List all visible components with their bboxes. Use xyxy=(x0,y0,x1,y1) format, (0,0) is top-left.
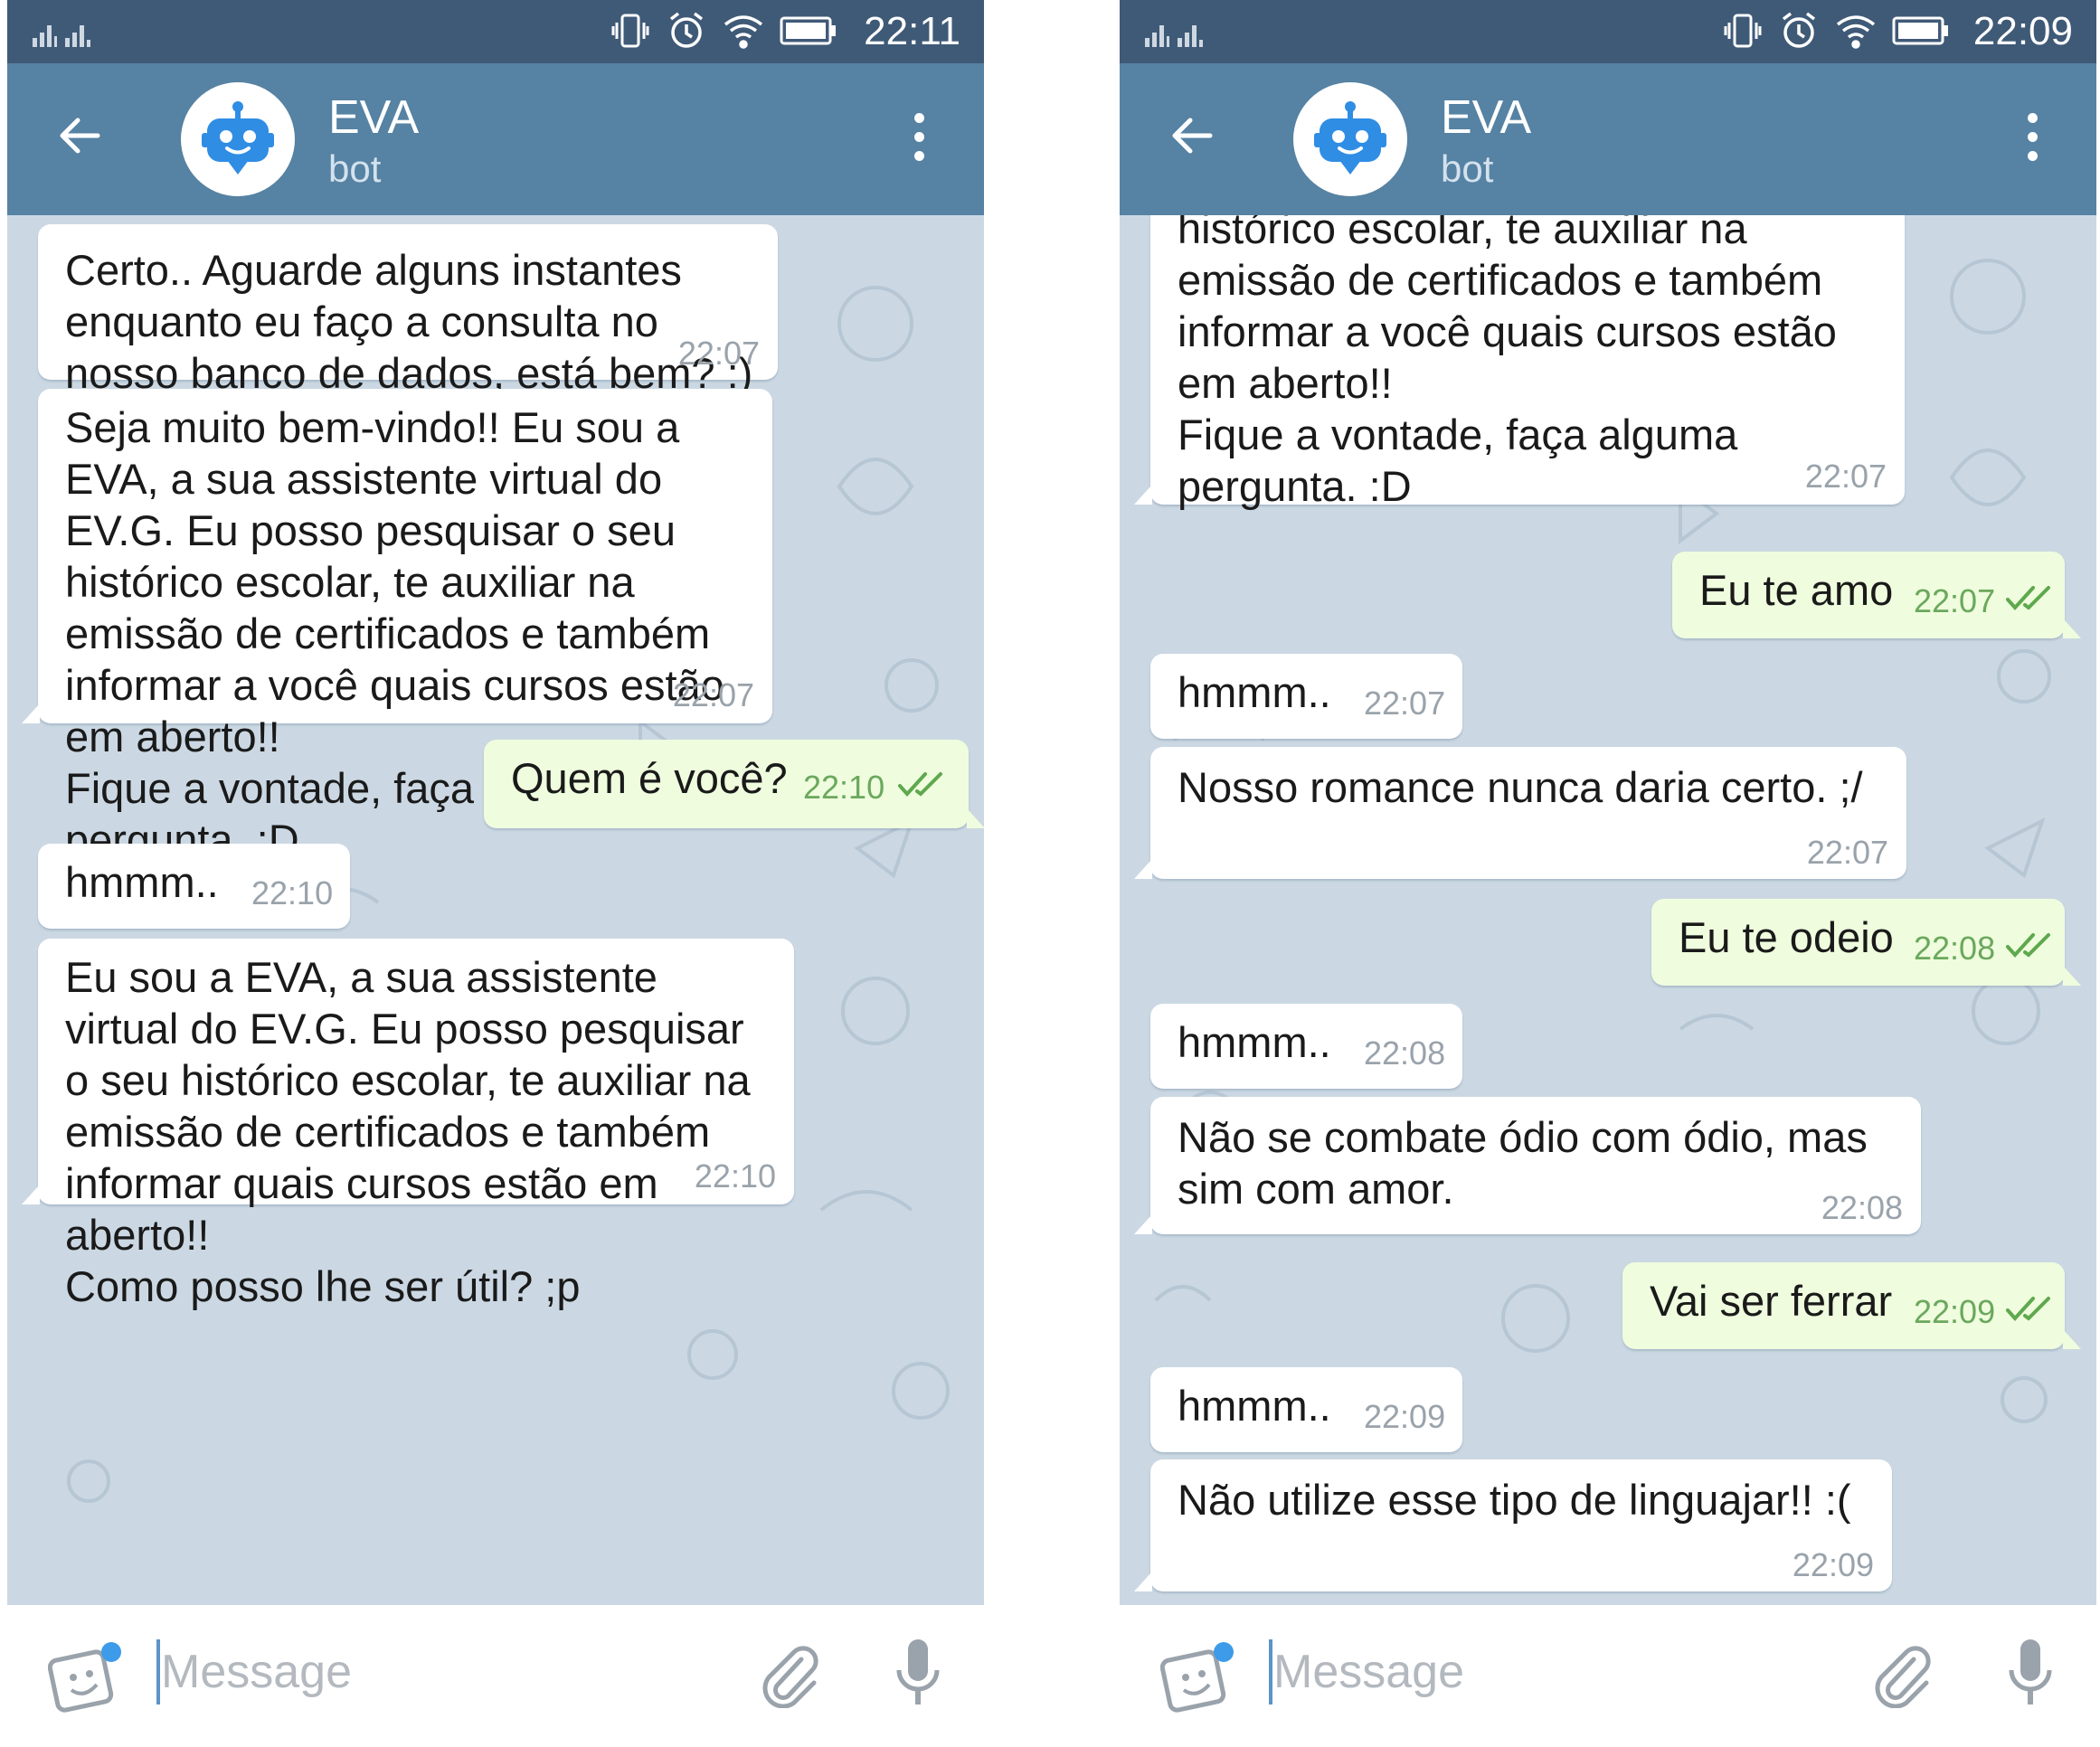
phone-screen-left: 22:11 EVA bot Certo.. Aguarde alguns ins… xyxy=(7,0,984,1747)
battery-icon xyxy=(780,15,837,51)
wifi-icon xyxy=(1834,12,1878,54)
message-bubble-outgoing[interactable]: Vai ser ferrar 22:09 xyxy=(1622,1262,2081,1349)
attach-icon[interactable] xyxy=(758,1641,821,1708)
wifi-icon xyxy=(722,12,765,54)
message-time: 22:07 xyxy=(672,676,754,713)
message-time: 22:08 xyxy=(1364,1034,1446,1072)
message-composer: Message xyxy=(7,1605,984,1747)
robot-icon xyxy=(1314,101,1386,175)
message-text: Nosso romance nunca daria certo. ;/ xyxy=(1178,763,1863,811)
message-text: Vai ser ferrar xyxy=(1650,1277,1893,1325)
chat-subtitle: bot xyxy=(328,147,382,190)
back-arrow-icon[interactable] xyxy=(1165,109,1219,167)
message-time: 22:07 xyxy=(1914,582,1996,619)
message-text: hmmm.. xyxy=(1178,1382,1331,1430)
chat-title: EVA xyxy=(1441,91,1532,144)
message-bubble-incoming[interactable]: Eu sou a EVA, a sua assistente virtual d… xyxy=(22,939,794,1310)
message-bubble-outgoing[interactable]: Eu te amo 22:07 xyxy=(1672,552,2081,638)
dual-signal-icon xyxy=(33,18,96,55)
clock: 22:11 xyxy=(864,9,960,53)
message-bubble-incoming[interactable]: hmmm.. 22:07 xyxy=(1150,654,1462,739)
chat-subtitle: bot xyxy=(1441,147,1494,190)
message-text: Certo.. Aguarde alguns instantes enquant… xyxy=(65,246,753,397)
message-time: 22:09 xyxy=(1364,1398,1446,1435)
vibrate-icon xyxy=(610,10,651,56)
message-text: hmmm.. xyxy=(1178,668,1331,716)
double-check-icon xyxy=(898,772,942,797)
message-time: 22:07 xyxy=(1804,458,1887,495)
bot-avatar[interactable] xyxy=(181,82,295,196)
message-text: hmmm.. xyxy=(1178,1018,1331,1066)
message-text: Eu te odeio xyxy=(1679,913,1894,961)
message-bubble-outgoing[interactable]: Eu te odeio 22:08 xyxy=(1651,899,2081,986)
status-bar: 22:09 xyxy=(1120,0,2096,63)
back-arrow-icon[interactable] xyxy=(52,109,107,167)
message-bubble-incoming[interactable]: Seja muito bem-vindo!! Eu sou a EVA, a s… xyxy=(22,389,772,864)
message-list[interactable]: histórico escolar, te auxiliar na emissã… xyxy=(1120,215,2096,1605)
sticker-icon[interactable] xyxy=(48,1641,124,1714)
message-time: 22:07 xyxy=(677,335,760,372)
message-list[interactable]: Certo.. Aguarde alguns instantes enquant… xyxy=(7,215,984,1605)
alarm-icon xyxy=(1778,10,1820,56)
battery-icon xyxy=(1892,15,1950,51)
sticker-icon[interactable] xyxy=(1160,1641,1236,1714)
microphone-icon[interactable] xyxy=(894,1638,942,1710)
bot-avatar[interactable] xyxy=(1293,82,1407,196)
microphone-icon[interactable] xyxy=(2006,1638,2055,1710)
chat-title: EVA xyxy=(328,91,420,144)
alarm-icon xyxy=(666,10,707,56)
message-input[interactable]: Message xyxy=(161,1645,352,1699)
text-cursor xyxy=(1269,1639,1272,1705)
message-text: histórico escolar, te auxiliar na emissã… xyxy=(1178,215,1837,510)
message-text: Eu sou a EVA, a sua assistente virtual d… xyxy=(65,953,751,1310)
message-text: Eu te amo xyxy=(1699,566,1894,614)
message-time: 22:09 xyxy=(1792,1546,1874,1583)
message-input[interactable]: Message xyxy=(1273,1645,1464,1699)
message-time: 22:08 xyxy=(1914,930,1996,967)
message-time: 22:10 xyxy=(803,769,885,806)
chat-header: EVA bot xyxy=(7,63,984,215)
attach-icon[interactable] xyxy=(1870,1641,1934,1708)
message-bubble-incoming[interactable]: Não se combate ódio com ódio, mas sim co… xyxy=(1134,1097,1921,1234)
vibrate-icon xyxy=(1722,10,1764,56)
message-bubble-incoming[interactable]: Não utilize esse tipo de linguajar!! :( … xyxy=(1134,1459,1892,1591)
message-bubble-incoming[interactable]: hmmm.. 22:08 xyxy=(1150,1004,1462,1089)
dual-signal-icon xyxy=(1145,18,1208,55)
message-text: Quem é você? xyxy=(511,754,788,802)
double-check-icon xyxy=(2006,1297,2050,1321)
message-text: Não se combate ódio com ódio, mas sim co… xyxy=(1178,1113,1868,1213)
message-bubble-incoming[interactable]: Certo.. Aguarde alguns instantes enquant… xyxy=(38,224,778,397)
double-check-icon xyxy=(2006,586,2050,610)
message-text: Não utilize esse tipo de linguajar!! :( xyxy=(1178,1476,1851,1524)
phone-screen-right: 22:09 EVA bot histórico escolar, te auxi… xyxy=(1120,0,2096,1747)
message-text: hmmm.. xyxy=(65,858,219,906)
message-bubble-incoming[interactable]: hmmm.. 22:09 xyxy=(1150,1367,1462,1452)
status-bar: 22:11 xyxy=(7,0,984,63)
chat-header: EVA bot xyxy=(1120,63,2096,215)
clock: 22:09 xyxy=(1972,9,2073,53)
message-composer: Message xyxy=(1120,1605,2096,1747)
double-check-icon xyxy=(2006,933,2050,958)
text-cursor xyxy=(156,1639,160,1705)
message-time: 22:10 xyxy=(251,874,334,911)
message-time: 22:10 xyxy=(694,1157,776,1195)
more-options-icon[interactable] xyxy=(914,113,925,170)
message-bubble-incoming[interactable]: Nosso romance nunca daria certo. ;/ 22:0… xyxy=(1134,747,1906,879)
message-bubble-incoming[interactable]: hmmm.. 22:10 xyxy=(38,844,350,929)
more-options-icon[interactable] xyxy=(2028,113,2039,170)
robot-icon xyxy=(202,101,274,175)
message-time: 22:07 xyxy=(1806,834,1888,871)
message-time: 22:09 xyxy=(1914,1293,1996,1330)
message-bubble-incoming[interactable]: histórico escolar, te auxiliar na emissã… xyxy=(1134,215,1905,510)
message-bubble-outgoing[interactable]: Quem é você? 22:10 xyxy=(484,740,984,828)
message-time: 22:07 xyxy=(1364,685,1446,722)
message-time: 22:08 xyxy=(1821,1189,1903,1226)
